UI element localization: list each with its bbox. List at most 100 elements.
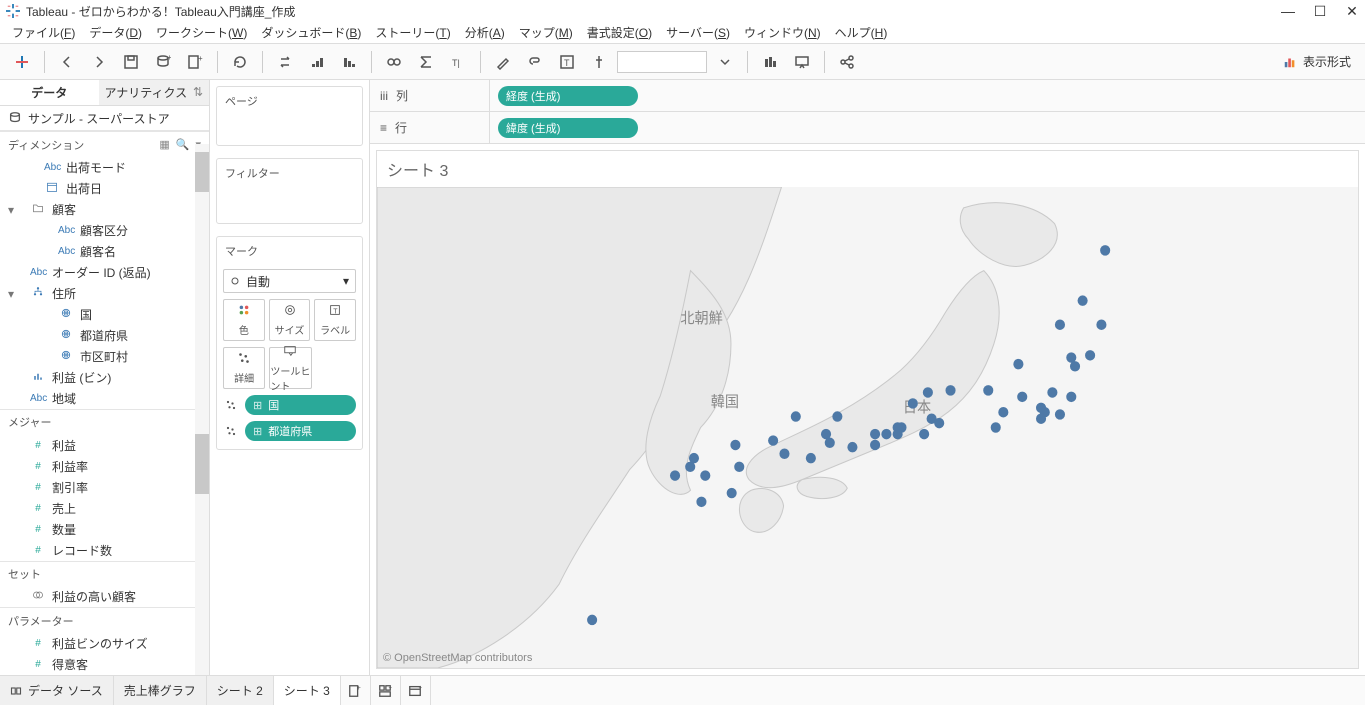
columns-shelf[interactable]: iii列 経度 (生成) [370, 80, 1365, 112]
dimension-field-4[interactable]: Abc顧客名 [0, 241, 209, 262]
rows-pill[interactable]: 緯度 (生成) [498, 118, 638, 138]
map-point[interactable] [908, 398, 918, 408]
dimension-field-6[interactable]: ▾住所 [0, 283, 209, 304]
menu-ウィンドウ[interactable]: ウィンドウ(N) [738, 22, 827, 43]
map-point[interactable] [919, 429, 929, 439]
dimension-field-10[interactable]: 利益 (ビン) [0, 367, 209, 388]
pages-shelf[interactable]: ページ [216, 86, 363, 146]
map-point[interactable] [768, 435, 778, 445]
search-field[interactable] [617, 51, 707, 73]
dimension-field-7[interactable]: 国 [0, 304, 209, 325]
dimension-field-11[interactable]: Abc地域 [0, 388, 209, 409]
map-point[interactable] [1017, 392, 1027, 402]
map-point[interactable] [870, 440, 880, 450]
map-point[interactable] [1036, 413, 1046, 423]
param-field-0[interactable]: #利益ビンのサイズ [0, 633, 209, 654]
map-point[interactable] [832, 411, 842, 421]
fit-button[interactable] [756, 48, 784, 76]
attach-button[interactable] [521, 48, 549, 76]
menu-ファイル[interactable]: ファイル(F) [6, 22, 81, 43]
map-point[interactable] [727, 488, 737, 498]
dimension-field-3[interactable]: Abc顧客区分 [0, 220, 209, 241]
mark-pill-1[interactable]: ⊞都道府県 [245, 421, 356, 441]
map-point[interactable] [991, 422, 1001, 432]
menu-ダッシュボード[interactable]: ダッシュボード(B) [255, 22, 367, 43]
tab-data[interactable]: データ [0, 80, 99, 105]
map-point[interactable] [779, 449, 789, 459]
map-point[interactable] [1085, 350, 1095, 360]
sheet-tab-2[interactable]: シート 3 [274, 676, 341, 705]
map-point[interactable] [983, 385, 993, 395]
present-button[interactable] [788, 48, 816, 76]
map-point[interactable] [934, 418, 944, 428]
mark-detail-button[interactable]: 詳細 [223, 347, 265, 389]
dimension-field-8[interactable]: 都道府県 [0, 325, 209, 346]
mark-size-button[interactable]: サイズ [269, 299, 311, 341]
new-datasource-button[interactable]: + [149, 48, 177, 76]
datasource-tab[interactable]: データ ソース [0, 676, 114, 705]
sheet-tab-0[interactable]: 売上棒グラフ [114, 676, 207, 705]
mark-pill-0[interactable]: ⊞国 [245, 395, 356, 415]
group-button[interactable] [380, 48, 408, 76]
data-pane-scrollbar[interactable] [195, 144, 209, 675]
tab-analytics[interactable]: アナリティクス⇅ [99, 80, 210, 105]
map-point[interactable] [847, 442, 857, 452]
close-button[interactable]: ✕ [1345, 4, 1359, 18]
dimension-field-9[interactable]: 市区町村 [0, 346, 209, 367]
rows-shelf[interactable]: ≡行 緯度 (生成) [370, 112, 1365, 144]
dimension-field-1[interactable]: 出荷日 [0, 178, 209, 199]
maximize-button[interactable]: ☐ [1313, 4, 1327, 18]
map-point[interactable] [893, 429, 903, 439]
menu-分析[interactable]: 分析(A) [459, 22, 511, 43]
dimension-field-5[interactable]: Abcオーダー ID (返品) [0, 262, 209, 283]
menu-マップ[interactable]: マップ(M) [513, 22, 579, 43]
map-point[interactable] [945, 385, 955, 395]
mark-tooltip-button[interactable]: ツールヒント [269, 347, 311, 389]
param-field-1[interactable]: #得意客 [0, 654, 209, 675]
set-field-0[interactable]: 利益の高い顧客 [0, 586, 209, 607]
map-point[interactable] [1066, 392, 1076, 402]
menu-ストーリー[interactable]: ストーリー(T) [369, 22, 456, 43]
new-worksheet-tab-button[interactable]: + [341, 676, 371, 705]
map-viz[interactable]: 北朝鮮 韓国 日本 © OpenStreetMap contributors [377, 187, 1358, 668]
show-me-button[interactable]: 表示形式 [1277, 51, 1357, 72]
map-point[interactable] [670, 470, 680, 480]
map-point[interactable] [923, 387, 933, 397]
save-button[interactable] [117, 48, 145, 76]
totals-button[interactable] [412, 48, 440, 76]
search-dropdown[interactable] [711, 48, 739, 76]
measure-field-4[interactable]: #数量 [0, 519, 209, 540]
map-point[interactable] [1047, 387, 1057, 397]
map-point[interactable] [1013, 359, 1023, 369]
datasource-row[interactable]: サンプル - スーパーストア [0, 106, 209, 132]
mark-palette-button[interactable]: 色 [223, 299, 265, 341]
measure-field-5[interactable]: #レコード数 [0, 540, 209, 561]
text-button[interactable]: T [553, 48, 581, 76]
find-field-icon[interactable]: 🔍 [176, 138, 190, 151]
share-button[interactable] [833, 48, 861, 76]
menu-データ[interactable]: データ(D) [83, 22, 148, 43]
map-point[interactable] [696, 497, 706, 507]
map-point[interactable] [870, 429, 880, 439]
new-story-tab-button[interactable]: + [401, 676, 431, 705]
map-point[interactable] [1078, 295, 1088, 305]
map-point[interactable] [1070, 361, 1080, 371]
sort-asc-button[interactable] [303, 48, 331, 76]
minimize-button[interactable]: — [1281, 4, 1295, 18]
refresh-button[interactable] [226, 48, 254, 76]
dimension-field-0[interactable]: Abc出荷モード [0, 157, 209, 178]
filters-shelf[interactable]: フィルター [216, 158, 363, 224]
map-point[interactable] [998, 407, 1008, 417]
map-point[interactable] [1055, 319, 1065, 329]
new-worksheet-button[interactable]: + [181, 48, 209, 76]
view-mode-icon[interactable]: ▦ [159, 138, 169, 151]
map-point[interactable] [587, 615, 597, 625]
mark-label-button[interactable]: Tラベル [314, 299, 356, 341]
measure-field-1[interactable]: #利益率 [0, 456, 209, 477]
map-point[interactable] [730, 440, 740, 450]
measure-field-3[interactable]: #売上 [0, 498, 209, 519]
map-point[interactable] [1096, 319, 1106, 329]
measure-field-0[interactable]: #利益 [0, 435, 209, 456]
mark-type-dropdown[interactable]: 自動▾ [223, 269, 356, 293]
pin-button[interactable] [585, 48, 613, 76]
